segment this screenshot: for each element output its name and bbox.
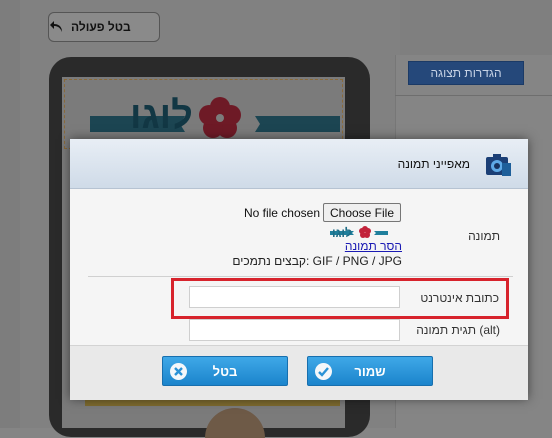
cancel-label: בטל — [212, 363, 238, 379]
image-label: תמונה — [468, 229, 500, 243]
logo-thumbnail: לוגו — [330, 226, 388, 239]
undo-label: בטל פעולה — [71, 20, 131, 34]
dialog-title: מאפייני תמונה — [397, 157, 470, 171]
camera-icon — [486, 154, 511, 176]
check-icon — [315, 363, 332, 380]
undo-arrow-icon — [50, 21, 62, 32]
close-icon — [170, 363, 187, 380]
highlight-box — [171, 278, 509, 319]
logo-text: לוגו — [130, 95, 193, 137]
alt-label: תגית תמונה (alt) — [416, 323, 500, 337]
file-status: No file chosen — [243, 206, 320, 220]
supported-file-types: קבצים נתמכים: GIF / PNG / JPG — [232, 254, 402, 268]
background-left — [0, 0, 20, 428]
logo-thumbnail-text: לוגו — [332, 226, 352, 239]
choose-file-button[interactable]: Choose File — [323, 203, 401, 222]
undo-button[interactable]: בטל פעולה — [48, 12, 160, 42]
save-button[interactable]: שמור — [307, 356, 433, 386]
remove-image-link[interactable]: הסר תמונה — [300, 239, 402, 253]
dialog-divider — [88, 276, 513, 277]
alt-input[interactable] — [189, 319, 400, 341]
preview-settings-button[interactable]: הגדרות תצוגה — [408, 61, 524, 85]
cancel-button[interactable]: בטל — [162, 356, 288, 386]
dialog-footer — [70, 345, 528, 400]
side-panel-divider — [395, 95, 552, 96]
save-label: שמור — [354, 363, 386, 379]
